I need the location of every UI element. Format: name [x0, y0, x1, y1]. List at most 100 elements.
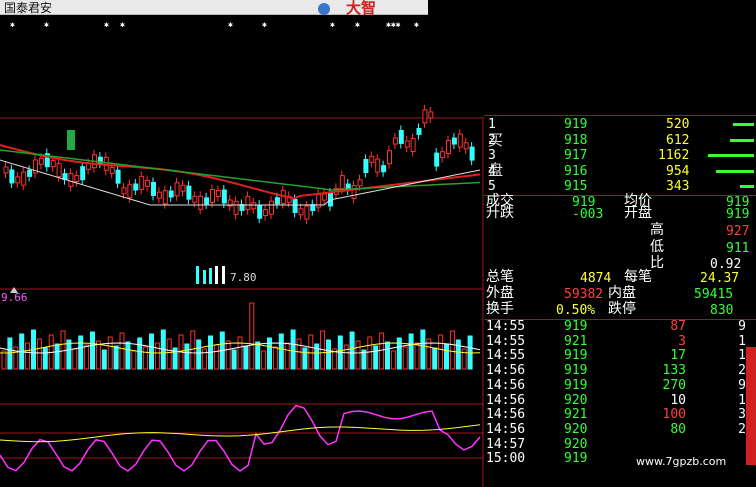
volume-peak-cluster [196, 266, 225, 284]
candle-body [115, 169, 121, 184]
candle-body [245, 195, 251, 210]
kline-chart-area[interactable]: 7.80 9.66 [0, 0, 484, 487]
candle-body [269, 200, 274, 215]
tick-volume: 3 [678, 333, 686, 349]
candle-body [257, 204, 263, 219]
turnover-rate-label: 换手 [486, 301, 514, 317]
candle-body [9, 169, 15, 184]
candle-body [369, 155, 375, 163]
volume-bar [414, 342, 420, 370]
tick-price: 919 [564, 348, 588, 364]
volume-bar [60, 330, 66, 370]
volume-bar [90, 331, 95, 370]
volume-bar [54, 343, 60, 370]
tick-volume: 133 [662, 363, 686, 379]
tick-extra: 9 [738, 319, 746, 334]
total-trades-value: 4874 [580, 271, 612, 286]
volume-bar [296, 338, 302, 370]
candlesticks [3, 104, 475, 225]
per-trade-label: 每笔 [624, 269, 652, 285]
volume-bar [390, 350, 396, 370]
volume-bar [402, 346, 408, 370]
candle-body [80, 166, 86, 181]
low-label: 低 [650, 239, 664, 255]
tick-price: 919 [564, 319, 588, 334]
candle-body [357, 179, 363, 187]
order-book-level[interactable]: 3 [488, 148, 496, 164]
volume-bar [184, 343, 190, 370]
candle-body [15, 176, 21, 184]
candle-body [387, 150, 392, 165]
candle-body [127, 184, 133, 199]
tick-volume: 10 [670, 392, 686, 408]
inner-volume-label: 内盘 [608, 285, 636, 301]
candle-body [186, 185, 192, 200]
volume-bar [213, 344, 219, 370]
tick-time: 14:55 [486, 319, 526, 334]
candle-body [469, 146, 475, 161]
cluster-bar [209, 268, 212, 284]
candle-body [392, 137, 398, 145]
candle-body [151, 181, 156, 196]
volume-bar [66, 339, 72, 370]
order-book-price[interactable]: 915 [564, 179, 587, 195]
volume-bar [438, 334, 444, 370]
per-trade-value: 24.37 [700, 271, 740, 286]
high-value: 927 [726, 224, 750, 239]
candle-body [139, 175, 145, 190]
volume-bar [1, 350, 7, 370]
volume-bar [137, 337, 143, 370]
candle-body [174, 182, 180, 197]
order-book-volume[interactable]: 1162 [658, 148, 689, 164]
volume-bar [119, 332, 125, 370]
candle-body [56, 163, 62, 178]
order-book-level[interactable]: 2 [488, 133, 496, 149]
candle-body [446, 139, 451, 154]
tick-price: 920 [564, 436, 588, 452]
candle-body [251, 202, 257, 210]
quote-summary: 成交 919 均价 919 升跌 -003 开盘 919 高 927 低 911… [484, 193, 756, 319]
order-book-volume[interactable]: 343 [666, 179, 689, 195]
tick-time: 14:56 [486, 363, 526, 379]
order-book-price[interactable]: 916 [564, 164, 587, 180]
order-book-volume[interactable]: 612 [666, 133, 689, 149]
volume-bar [125, 341, 131, 370]
volume-bar [196, 339, 202, 370]
volume-bar [42, 347, 48, 370]
order-book-level[interactable]: 4 [488, 164, 496, 180]
candle-body [50, 160, 56, 168]
tick-extra: 2 [738, 421, 746, 437]
order-book-price[interactable]: 919 [564, 117, 587, 133]
volume-bar [326, 339, 331, 370]
order-book-volume[interactable]: 954 [666, 164, 689, 180]
candle-body [404, 140, 410, 148]
cluster-bar [215, 266, 218, 284]
order-book-depth-bar [730, 138, 754, 142]
watermark: www.7gpzb.com [636, 455, 727, 468]
volume-bar [284, 342, 290, 370]
ma-line-red [0, 144, 481, 200]
candle-body [109, 166, 115, 174]
volume-bars [0, 302, 481, 370]
candle-body [67, 130, 75, 150]
tick-extra: 1 [738, 348, 746, 364]
candle-body [322, 193, 328, 201]
tick-time: 14:55 [486, 333, 526, 349]
change-label: 升跌 [486, 205, 514, 221]
volume-bar [461, 348, 467, 370]
cluster-bar [203, 270, 206, 284]
volume-bar [367, 336, 373, 370]
candle-body [292, 198, 298, 213]
tick-side-bar [746, 347, 756, 465]
order-book-price[interactable]: 917 [564, 148, 587, 164]
candle-body [451, 137, 457, 145]
order-book-level[interactable]: 1 [488, 117, 496, 133]
volume-bar [432, 347, 438, 370]
candle-body [351, 184, 357, 199]
order-book-price[interactable]: 918 [564, 133, 587, 149]
order-book-volume[interactable]: 520 [666, 117, 689, 133]
tick-extra: 1 [738, 333, 746, 349]
volume-bar [255, 341, 261, 370]
volume-bar [308, 334, 314, 370]
candle-body [192, 195, 198, 203]
